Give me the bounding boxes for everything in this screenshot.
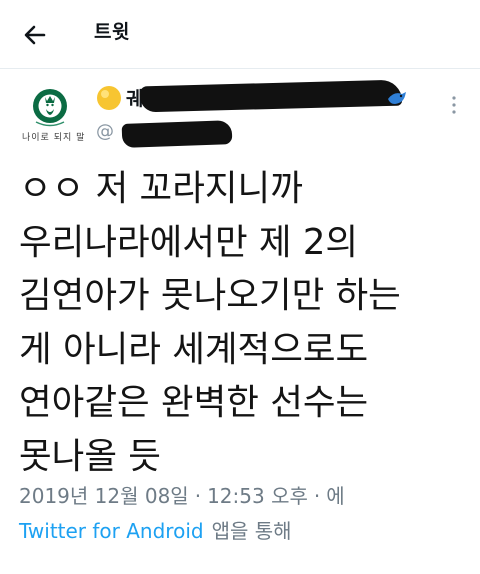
- top-bar: 트윗: [0, 0, 480, 69]
- tweet-meta: 2019년 12월 08일 · 12:53 오후 · 에: [19, 484, 345, 508]
- tweet-line: ㅇㅇ 저 꼬라지니까: [19, 168, 303, 209]
- avatar[interactable]: [12, 82, 88, 158]
- author-handle: @: [96, 121, 114, 142]
- avatar-caption: 나이로 되지 말: [22, 133, 86, 143]
- source-app-link[interactable]: Twitter for Android: [19, 519, 204, 543]
- yellow-circle-emoji: [97, 85, 121, 110]
- tweet-date: 2019년 12월 08일: [19, 484, 189, 508]
- redaction-mark: [121, 120, 233, 148]
- tweet-source: Twitter for Android 앱을 통해: [19, 515, 292, 544]
- blue-bird-icon: [388, 92, 406, 104]
- tweet-line: 연아같은 완벽한 선수는: [19, 382, 369, 424]
- starbucks-logo-icon: [33, 89, 67, 127]
- tweet-line: 게 아니라 세계적으로도: [19, 328, 369, 370]
- tweet-meta-suffix: 에: [326, 484, 345, 508]
- tweet-line: 못나올 듯: [19, 435, 161, 477]
- more-vertical-icon[interactable]: [449, 95, 459, 115]
- redaction-mark: [139, 79, 403, 113]
- arrow-left-icon[interactable]: [18, 18, 52, 52]
- tweet-body: ㅇㅇ 저 꼬라지니까 우리나라에서만 제 2의 김연아가 못나오기만 하는 게 …: [19, 162, 469, 484]
- page-title: 트윗: [94, 21, 130, 43]
- tweet-line: 우리나라에서만 제 2의: [19, 221, 359, 263]
- source-via: 앱을 통해: [211, 519, 292, 543]
- tweet-time: 12:53 오후: [207, 484, 308, 508]
- tweet-line: 김연아가 못나오기만 하는: [19, 275, 401, 317]
